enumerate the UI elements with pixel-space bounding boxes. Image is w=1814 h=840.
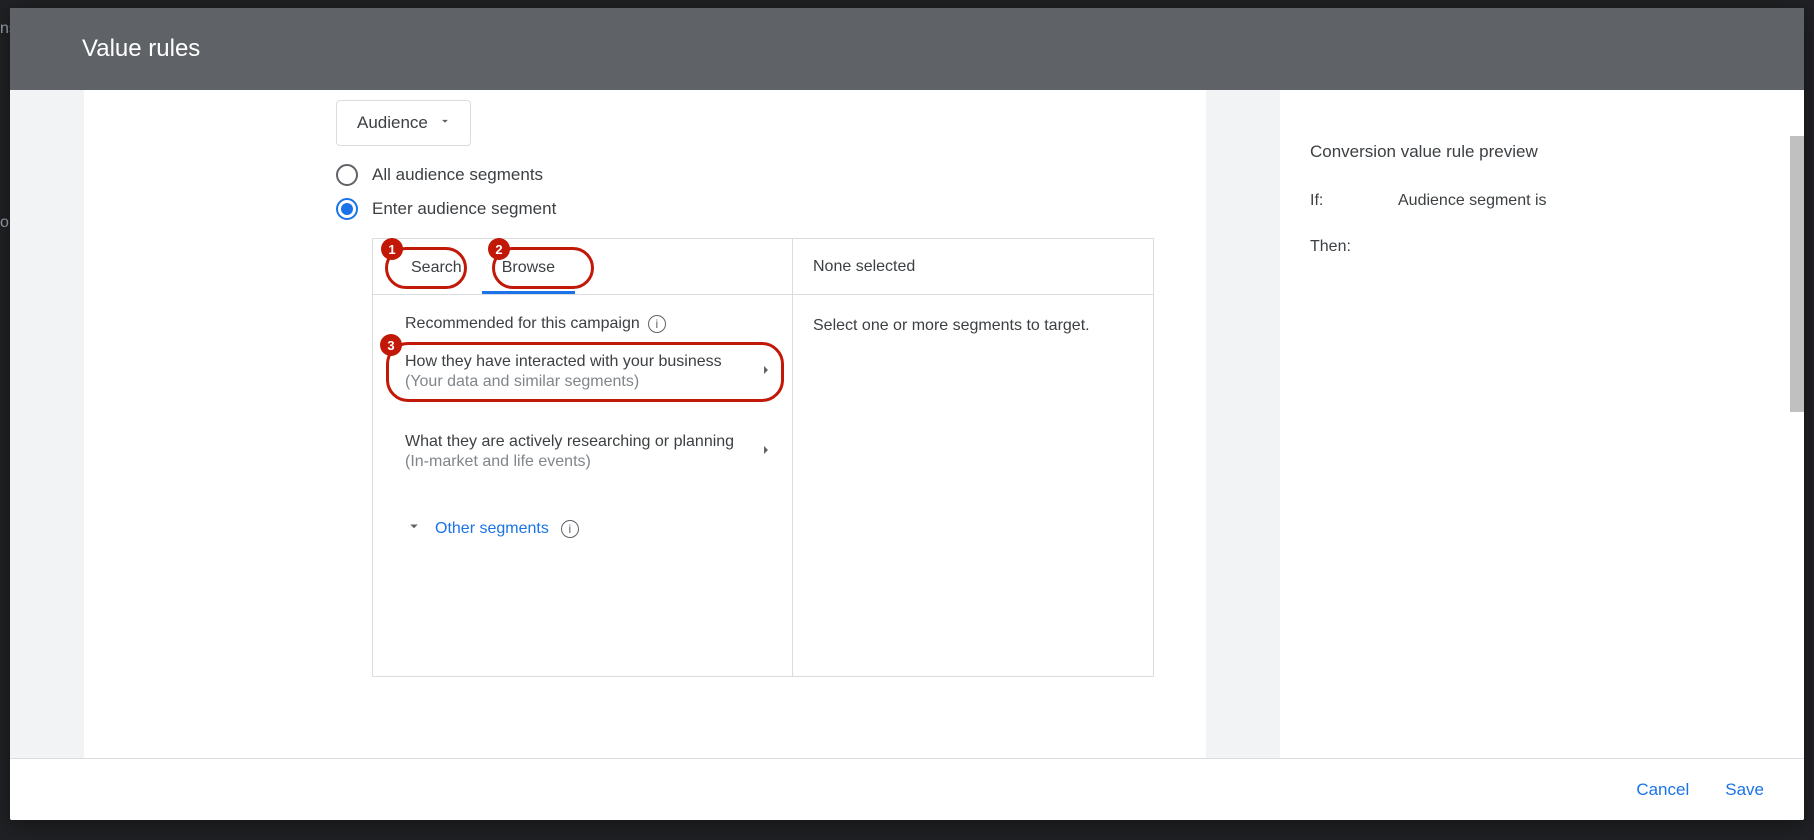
bg-text-right: o — [0, 214, 9, 232]
radio-icon-selected — [336, 198, 358, 220]
radio-icon — [336, 164, 358, 186]
chevron-right-icon — [758, 442, 774, 463]
radio-enter-segment[interactable]: Enter audience segment — [336, 198, 1206, 220]
selected-header: None selected — [793, 239, 1153, 295]
radio-enter-label: Enter audience segment — [372, 199, 556, 219]
caret-down-icon — [438, 113, 452, 133]
dropdown-label: Audience — [357, 113, 428, 133]
condition-section: Audience All audience segments Enter aud… — [84, 90, 1206, 677]
selected-text: Select one or more segments to target. — [793, 295, 1153, 357]
save-button[interactable]: Save — [1725, 780, 1764, 800]
category-texts: How they have interacted with your busin… — [405, 353, 722, 391]
category-title: What they are actively researching or pl… — [405, 433, 734, 451]
preview-if-row: If: Audience segment is — [1310, 192, 1804, 210]
other-segments-label: Other segments — [435, 520, 549, 538]
preview-then-row: Then: — [1310, 238, 1804, 256]
recommended-row: Recommended for this campaign i — [373, 295, 792, 341]
chevron-right-icon — [758, 362, 774, 383]
category-sub: (Your data and similar segments) — [405, 373, 722, 391]
category-texts: What they are actively researching or pl… — [405, 433, 734, 471]
preview-panel: Conversion value rule preview If: Audien… — [1280, 90, 1804, 758]
scrollbar-thumb[interactable] — [1790, 136, 1804, 412]
preview-title: Conversion value rule preview — [1310, 142, 1804, 162]
preview-then-label: Then: — [1310, 238, 1362, 256]
cancel-button[interactable]: Cancel — [1636, 780, 1689, 800]
main-panel: Audience All audience segments Enter aud… — [84, 90, 1206, 758]
value-rules-modal: Value rules Audience All audience segmen… — [10, 8, 1804, 820]
segment-columns: Search Browse Recommended for this campa… — [373, 239, 1153, 676]
other-segments-toggle[interactable]: Other segments i — [373, 501, 792, 556]
segment-tabs: Search Browse — [373, 239, 792, 295]
category-title: How they have interacted with your busin… — [405, 353, 722, 371]
category-sub: (In-market and life events) — [405, 453, 734, 471]
radio-all-label: All audience segments — [372, 165, 543, 185]
modal-footer: Cancel Save — [10, 758, 1804, 820]
category-researching[interactable]: What they are actively researching or pl… — [373, 421, 792, 483]
modal-title: Value rules — [82, 35, 200, 63]
segment-selector: Search Browse Recommended for this campa… — [372, 238, 1154, 677]
preview-if-value: Audience segment is — [1398, 192, 1547, 210]
radio-all-segments[interactable]: All audience segments — [336, 164, 1206, 186]
info-icon[interactable]: i — [648, 315, 666, 333]
preview-inner: Conversion value rule preview If: Audien… — [1280, 90, 1804, 256]
info-icon[interactable]: i — [561, 520, 579, 538]
audience-radio-group: All audience segments Enter audience seg… — [336, 164, 1206, 220]
tab-search[interactable]: Search — [391, 243, 482, 294]
segment-selected-column: None selected Select one or more segment… — [793, 239, 1153, 676]
recommended-label: Recommended for this campaign — [405, 315, 640, 333]
segment-browse-column: Search Browse Recommended for this campa… — [373, 239, 793, 676]
chevron-down-icon — [405, 517, 423, 540]
modal-header: Value rules — [10, 8, 1804, 90]
tab-browse[interactable]: Browse — [482, 243, 575, 294]
preview-if-label: If: — [1310, 192, 1362, 210]
condition-type-dropdown[interactable]: Audience — [336, 100, 471, 146]
category-interacted[interactable]: How they have interacted with your busin… — [373, 341, 792, 403]
modal-body: Audience All audience segments Enter aud… — [10, 90, 1804, 758]
